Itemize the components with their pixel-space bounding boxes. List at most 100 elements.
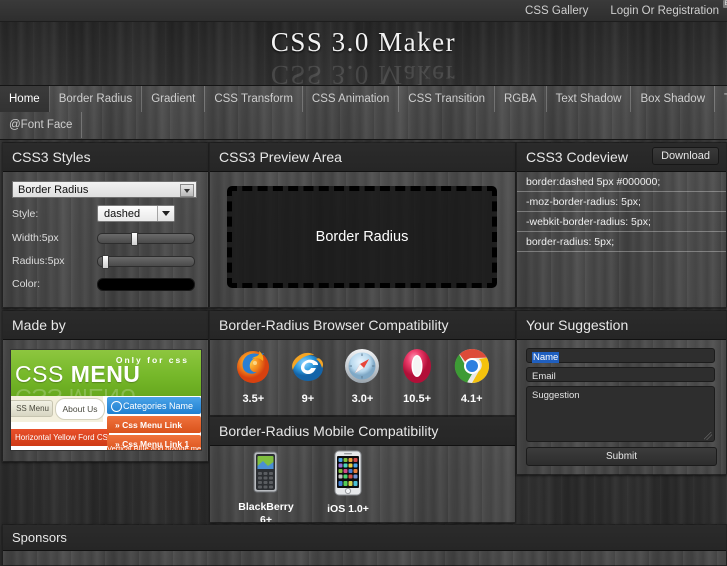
nav-item-css-animation[interactable]: CSS Animation bbox=[303, 86, 400, 112]
browser-version: 9+ bbox=[301, 393, 315, 405]
nav-filler bbox=[82, 112, 727, 138]
effect-select-value: Border Radius bbox=[18, 183, 89, 196]
css3-styles-panel: CSS3 Styles Border Radius Style: dashed … bbox=[2, 142, 209, 308]
width-slider[interactable] bbox=[97, 232, 195, 246]
code-line: -moz-border-radius: 5px; bbox=[517, 192, 726, 212]
nav-item-text-shadow[interactable]: Text Shadow bbox=[547, 86, 632, 112]
border-style-select[interactable]: dashed bbox=[97, 205, 175, 222]
radius-label: Radius:5px bbox=[12, 255, 65, 267]
ad-banner-top: Only for css CSS MENU CSS MENU bbox=[11, 350, 201, 396]
browser-compatibility-title: Border-Radius Browser Compatibility bbox=[219, 317, 449, 333]
login-registration-link[interactable]: Login Or Registration Beta bbox=[610, 0, 727, 17]
nav-item-label: Text Shadow bbox=[555, 93, 622, 105]
nav-item-label: CSS Transition bbox=[408, 93, 485, 105]
made-by-header: Made by bbox=[3, 311, 208, 340]
suggestion-title: Your Suggestion bbox=[526, 317, 629, 333]
color-picker[interactable] bbox=[97, 278, 195, 291]
nav-item-rgba[interactable]: RGBA bbox=[495, 86, 547, 112]
nav-row-secondary: @Font Face bbox=[0, 112, 727, 138]
mobile-compatibility-title: Border-Radius Mobile Compatibility bbox=[219, 423, 439, 439]
css3-preview-body: Border Radius bbox=[210, 172, 515, 307]
suggestion-textarea[interactable]: Suggestion bbox=[526, 386, 715, 442]
ad-blue-bar: Categories Name bbox=[107, 397, 201, 414]
css3-styles-body: Border Radius Style: dashed Width:5px Ra… bbox=[3, 172, 208, 307]
submit-button[interactable]: Submit bbox=[526, 447, 717, 466]
ad-banner-body: SS Menu About Us Horizontal Yellow Ford … bbox=[11, 396, 201, 450]
iphone-icon bbox=[316, 450, 380, 501]
nav-item-gradient[interactable]: Gradient bbox=[142, 86, 206, 112]
resize-handle-icon[interactable] bbox=[704, 432, 712, 440]
border-style-value: dashed bbox=[104, 207, 141, 220]
css-menu-ad-banner[interactable]: Only for css CSS MENU CSS MENU SS Menu A… bbox=[10, 349, 202, 451]
css3-codeview-title: CSS3 Codeview bbox=[526, 149, 628, 165]
opera-icon bbox=[391, 346, 443, 391]
ad-tab-left: SS Menu bbox=[11, 400, 53, 417]
css-gallery-link[interactable]: CSS Gallery bbox=[525, 5, 588, 17]
chevron-down-icon bbox=[180, 184, 194, 197]
nav-item-css-transform[interactable]: CSS Transform bbox=[205, 86, 303, 112]
width-slider-knob[interactable] bbox=[130, 232, 138, 246]
safari-icon bbox=[336, 346, 388, 391]
beta-badge: Beta bbox=[722, 0, 727, 8]
suggestion-panel: Your Suggestion Name Email Suggestion Su… bbox=[516, 310, 727, 475]
browser-item: 9+ bbox=[282, 346, 334, 405]
chevron-down-icon bbox=[157, 206, 174, 221]
browser-item: 3.5+ bbox=[227, 346, 279, 405]
top-utility-bar: CSS Gallery Login Or Registration Beta bbox=[0, 0, 727, 22]
nav-item-label: @Font Face bbox=[9, 119, 73, 131]
nav-item-label: CSS Animation bbox=[311, 93, 390, 105]
ad-tab-about: About Us bbox=[55, 398, 105, 420]
radius-row: Radius:5px bbox=[12, 252, 197, 270]
browser-compatibility-panel: Border-Radius Browser Compatibility 3.5+… bbox=[209, 310, 516, 416]
download-button[interactable]: Download bbox=[652, 147, 719, 165]
css3-styles-header: CSS3 Styles bbox=[3, 143, 208, 172]
suggestion-body: Name Email Suggestion Submit bbox=[517, 340, 726, 474]
css3-preview-title: CSS3 Preview Area bbox=[219, 149, 342, 165]
mobile-compatibility-body: BlackBerry 6+ iOS 1.0+ bbox=[210, 446, 515, 523]
nav-item-text-rotation[interactable]: Text Rotation bbox=[715, 86, 727, 112]
name-input[interactable]: Name bbox=[526, 348, 715, 363]
made-by-body: Only for css CSS MENU CSS MENU SS Menu A… bbox=[3, 340, 208, 461]
ad-brand-reflection: CSS MENU bbox=[15, 383, 136, 396]
style-label: Style: bbox=[12, 208, 39, 220]
nav-item-border-radius[interactable]: Border Radius bbox=[50, 86, 143, 112]
email-input-value: Email bbox=[532, 371, 556, 382]
radius-slider-knob[interactable] bbox=[102, 255, 110, 269]
sponsors-panel: Sponsors bbox=[2, 524, 727, 566]
color-row: Color: bbox=[12, 275, 197, 293]
mobile-compatibility-panel: Border-Radius Mobile Compatibility Black… bbox=[209, 416, 516, 523]
browser-item: 4.1+ bbox=[446, 346, 498, 405]
effect-select[interactable]: Border Radius bbox=[12, 181, 197, 198]
firefox-icon bbox=[227, 346, 279, 391]
email-input[interactable]: Email bbox=[526, 367, 715, 382]
css3-codeview-body: border:dashed 5px #000000; -moz-border-r… bbox=[517, 172, 726, 307]
browser-item: 10.5+ bbox=[391, 346, 443, 405]
nav-item-css-transition[interactable]: CSS Transition bbox=[399, 86, 495, 112]
ad-caption: Vertical Blue and orange menu bbox=[107, 444, 202, 451]
mobile-version: BlackBerry 6+ bbox=[238, 501, 294, 523]
width-label: Width:5px bbox=[12, 232, 59, 244]
ad-blue-bar-label: Categories Name bbox=[123, 400, 194, 411]
nav-item-box-shadow[interactable]: Box Shadow bbox=[631, 86, 716, 112]
made-by-title: Made by bbox=[12, 317, 66, 333]
radius-slider[interactable] bbox=[97, 255, 195, 269]
browser-list: 3.5+ 9+ 3.0+ 10.5+ 4.1+ bbox=[210, 340, 515, 415]
internet-explorer-icon bbox=[282, 346, 334, 391]
ad-red-bar: Horizontal Yellow Ford CSS M bbox=[11, 429, 109, 446]
nav-item-font-face[interactable]: @Font Face bbox=[0, 112, 83, 138]
mobile-item: BlackBerry 6+ bbox=[234, 450, 298, 523]
nav-item-home[interactable]: Home bbox=[0, 86, 50, 112]
code-line: -webkit-border-radius: 5px; bbox=[517, 212, 726, 232]
nav-item-label: Border Radius bbox=[58, 93, 133, 105]
browser-version: 10.5+ bbox=[403, 393, 431, 405]
css3-codeview-panel: CSS3 Codeview Download border:dashed 5px… bbox=[516, 142, 727, 308]
mobile-version: iOS 1.0+ bbox=[327, 503, 369, 515]
code-line: border:dashed 5px #000000; bbox=[517, 172, 726, 192]
browser-version: 3.0+ bbox=[351, 393, 374, 405]
ad-orange-bar-1: » Css Menu Link bbox=[107, 416, 201, 433]
css3-styles-title: CSS3 Styles bbox=[12, 149, 91, 165]
made-by-panel: Made by Only for css CSS MENU CSS MENU S… bbox=[2, 310, 209, 462]
browser-version: 4.1+ bbox=[460, 393, 483, 405]
mobile-compatibility-header: Border-Radius Mobile Compatibility bbox=[210, 417, 515, 446]
nav-item-label: CSS Transform bbox=[214, 93, 293, 105]
